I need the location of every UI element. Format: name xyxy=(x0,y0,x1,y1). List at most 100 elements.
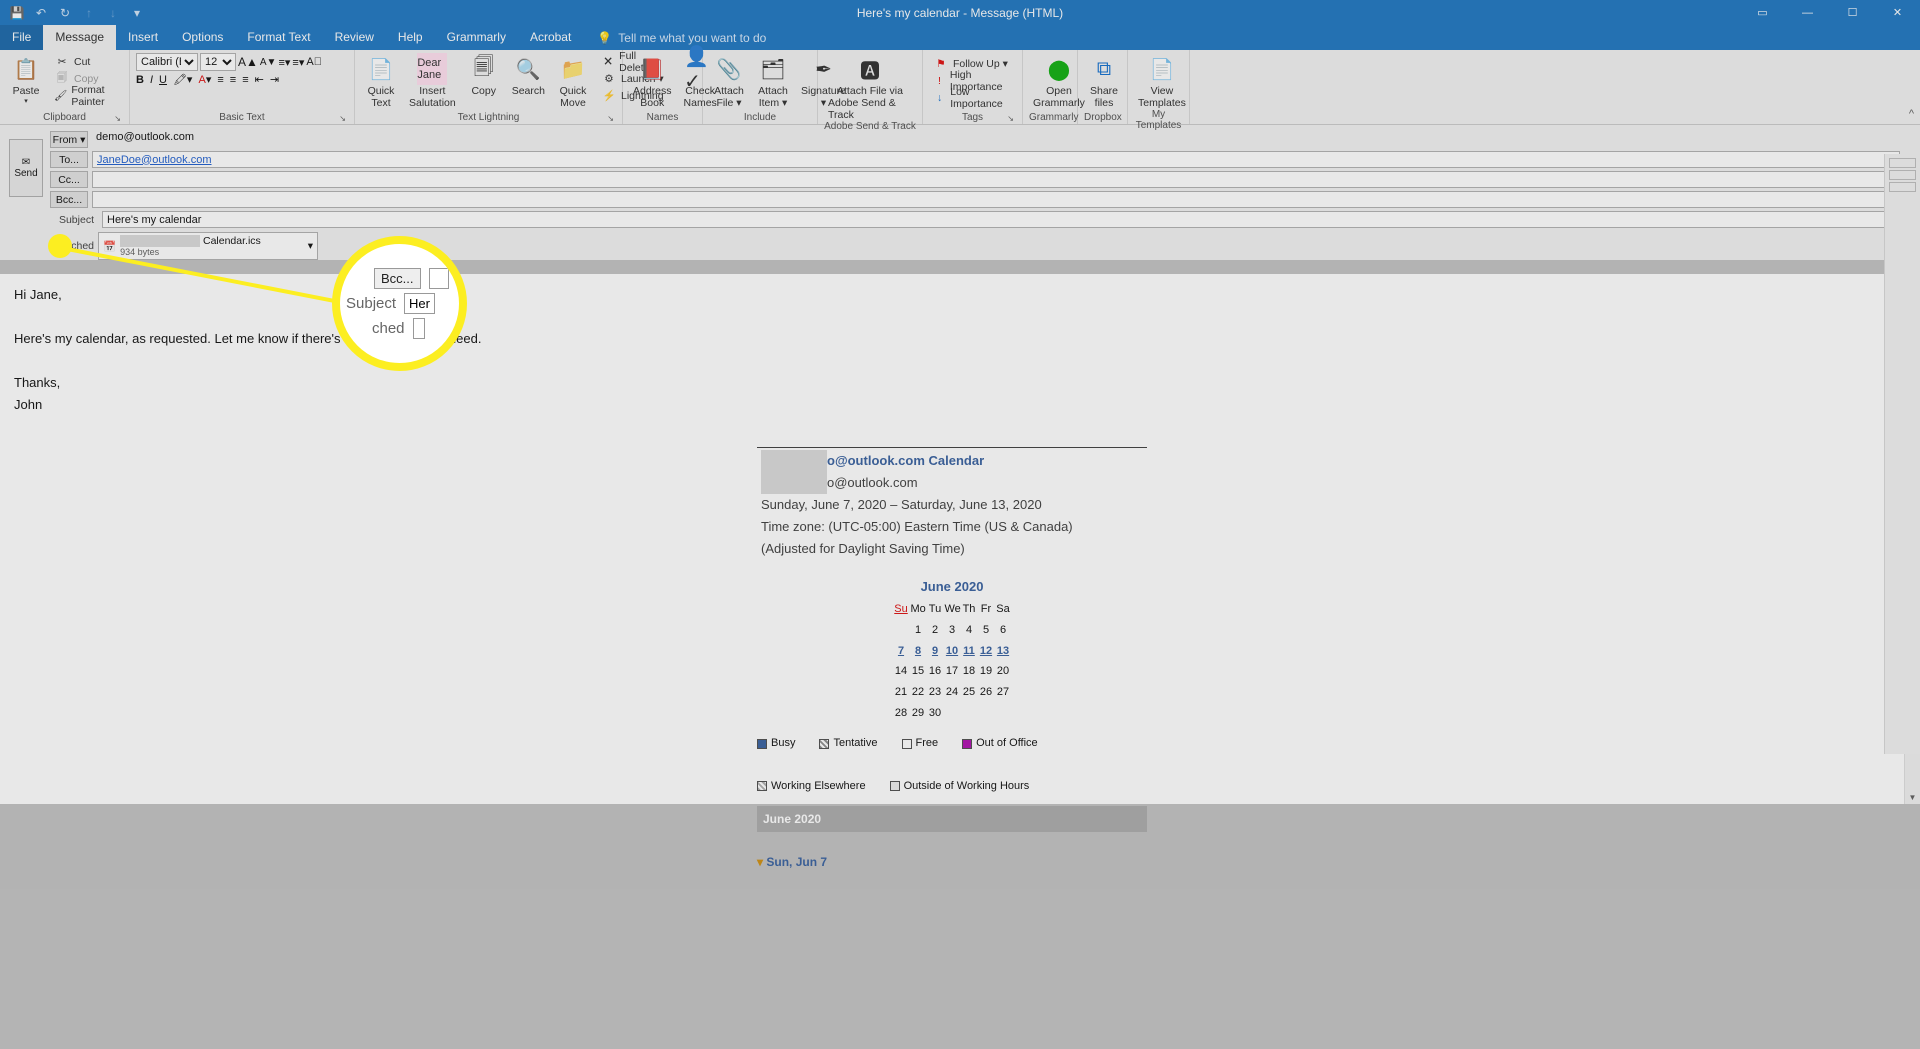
zoom-subject-label: Subject xyxy=(346,295,396,312)
bcc-field[interactable] xyxy=(92,191,1900,208)
qat-customize-icon[interactable]: ▾ xyxy=(126,2,148,24)
zoom-bcc: Bcc... xyxy=(374,268,421,289)
from-button[interactable]: From ▾ xyxy=(50,131,88,148)
cut-button[interactable]: ✂Cut xyxy=(50,53,123,70)
copy-label: Copy xyxy=(74,73,99,85)
redo-icon[interactable]: ↻ xyxy=(54,2,76,24)
calendar-range: Sunday, June 7, 2020 – Saturday, June 13… xyxy=(761,494,1143,516)
format-painter-button[interactable]: 🖌Format Painter xyxy=(50,87,123,104)
font-color-button[interactable]: A▾ xyxy=(198,73,211,86)
templates-label2: Templates xyxy=(1138,97,1186,109)
decrease-font-icon[interactable]: A▼ xyxy=(260,57,277,68)
group-adobe-label: Adobe Send & Track xyxy=(824,121,916,132)
basic-text-dialog-launcher[interactable]: ↘ xyxy=(339,114,346,123)
tl-search-button[interactable]: 🔍Search xyxy=(508,53,549,109)
close-icon[interactable]: ✕ xyxy=(1875,0,1920,25)
message-body[interactable]: Hi Jane, Here's my calendar, as requeste… xyxy=(0,274,1920,804)
send-icon: ✉ xyxy=(22,157,30,168)
legend-busy: Busy xyxy=(771,734,795,753)
font-family-select[interactable]: Calibri (B xyxy=(136,53,198,71)
calendar-week: 14151617181920 xyxy=(757,662,1147,681)
copy-icon: 🗐 xyxy=(54,70,70,88)
insert-salutation-button[interactable]: Dear JaneInsertSalutation xyxy=(405,53,460,109)
dropbox-label2: files xyxy=(1095,97,1114,109)
minimize-icon[interactable]: — xyxy=(1785,0,1830,25)
send-label: Send xyxy=(14,168,37,179)
view-templates-button[interactable]: 📄ViewTemplates xyxy=(1134,53,1190,109)
attachment-name: Calendar.ics xyxy=(203,235,261,247)
calendar-week: 123456 xyxy=(757,621,1147,640)
tab-message[interactable]: Message xyxy=(43,25,116,50)
dropbox-icon: ⧉ xyxy=(1088,53,1120,85)
maximize-icon[interactable]: ☐ xyxy=(1830,0,1875,25)
format-painter-label: Format Painter xyxy=(71,84,119,108)
ribbon-display-icon[interactable]: ▭ xyxy=(1740,0,1785,25)
calendar-dst: (Adjusted for Daylight Saving Time) xyxy=(761,538,1143,560)
attachment-item[interactable]: 📅 Calendar.ics 934 bytes ▾ xyxy=(98,232,318,260)
tell-me[interactable]: 💡 Tell me what you want to do xyxy=(597,25,766,50)
to-field[interactable] xyxy=(92,151,1900,168)
dropbox-label1: Share xyxy=(1090,85,1118,97)
quick-text-button[interactable]: 📄QuickText xyxy=(361,53,401,109)
send-button[interactable]: ✉ Send xyxy=(9,139,43,197)
address-book-button[interactable]: 📕AddressBook xyxy=(629,53,676,109)
tab-acrobat[interactable]: Acrobat xyxy=(518,25,583,50)
tab-options[interactable]: Options xyxy=(170,25,235,50)
window-title: Here's my calendar - Message (HTML) xyxy=(857,6,1063,20)
bullets-icon[interactable]: ≡▾ xyxy=(278,56,290,69)
adobe-attach-button[interactable]: 🅰Attach File viaAdobe Send & Track xyxy=(824,53,916,121)
increase-indent-icon[interactable]: ⇥ xyxy=(270,73,279,86)
tab-review[interactable]: Review xyxy=(323,25,386,50)
tab-format-text[interactable]: Format Text xyxy=(235,25,322,50)
align-center-icon[interactable]: ≡ xyxy=(230,74,236,86)
bold-button[interactable]: B xyxy=(136,74,144,86)
align-left-icon[interactable]: ≡ xyxy=(217,74,223,86)
save-icon[interactable]: 💾 xyxy=(6,2,28,24)
undo-icon[interactable]: ↶ xyxy=(30,2,52,24)
tab-insert[interactable]: Insert xyxy=(116,25,170,50)
adobe-icon: 🅰 xyxy=(854,53,886,85)
paste-button[interactable]: 📋 Paste ▾ xyxy=(6,53,46,105)
low-importance-button[interactable]: ↓Low Importance xyxy=(929,89,1016,106)
tab-file[interactable]: File xyxy=(0,25,43,50)
tags-dialog-launcher[interactable]: ↘ xyxy=(1007,114,1014,123)
align-right-icon[interactable]: ≡ xyxy=(242,74,248,86)
calendar-week: 21222324252627 xyxy=(757,683,1147,702)
numbering-icon[interactable]: ≡▾ xyxy=(292,56,304,69)
italic-button[interactable]: I xyxy=(150,74,153,86)
attach-item-icon: 🗂 xyxy=(757,53,789,85)
clipboard-dialog-launcher[interactable]: ↘ xyxy=(114,114,121,123)
increase-font-icon[interactable]: A▲ xyxy=(238,55,258,69)
font-size-select[interactable]: 12 xyxy=(200,53,236,71)
decrease-indent-icon[interactable]: ⇤ xyxy=(255,73,264,86)
tl-copy-button[interactable]: 🗐Copy xyxy=(464,53,504,109)
group-include-label: Include xyxy=(709,112,811,123)
tell-me-label: Tell me what you want to do xyxy=(618,31,766,45)
tab-grammarly[interactable]: Grammarly xyxy=(435,25,518,50)
attach-item-button[interactable]: 🗂AttachItem ▾ xyxy=(753,53,793,109)
underline-button[interactable]: U xyxy=(159,74,167,86)
text-lightning-dialog-launcher[interactable]: ↘ xyxy=(607,114,614,123)
cc-button[interactable]: Cc... xyxy=(50,171,88,188)
quick-move-button[interactable]: 📁QuickMove xyxy=(553,53,593,109)
tab-help[interactable]: Help xyxy=(386,25,435,50)
collapse-ribbon-icon[interactable]: ^ xyxy=(1909,108,1914,120)
calendar-dow-row: SuMoTuWeThFrSa xyxy=(757,600,1147,619)
paste-icon: 📋 xyxy=(10,53,42,85)
down-icon: ↓ xyxy=(102,2,124,24)
subject-field[interactable] xyxy=(102,211,1900,228)
insert-salutation-icon: Dear Jane xyxy=(417,53,447,85)
attachment-dropdown-icon[interactable]: ▾ xyxy=(308,240,313,252)
calendar-week: 282930 xyxy=(757,704,1147,723)
bcc-button[interactable]: Bcc... xyxy=(50,191,88,208)
dropbox-share-button[interactable]: ⧉Sharefiles xyxy=(1084,53,1124,109)
attach-file-button[interactable]: 📎AttachFile ▾ xyxy=(709,53,749,109)
quick-move-label1: Quick xyxy=(560,85,587,97)
cc-field[interactable] xyxy=(92,171,1900,188)
to-button[interactable]: To... xyxy=(50,151,88,168)
legend-owh: Outside of Working Hours xyxy=(904,777,1030,796)
lightning-icon: ⚡ xyxy=(601,89,617,102)
highlight-button[interactable]: 🖍▾ xyxy=(173,73,193,86)
clear-formatting-icon[interactable]: A⃠ xyxy=(306,56,322,68)
scroll-down-icon[interactable]: ▼ xyxy=(1905,790,1920,804)
